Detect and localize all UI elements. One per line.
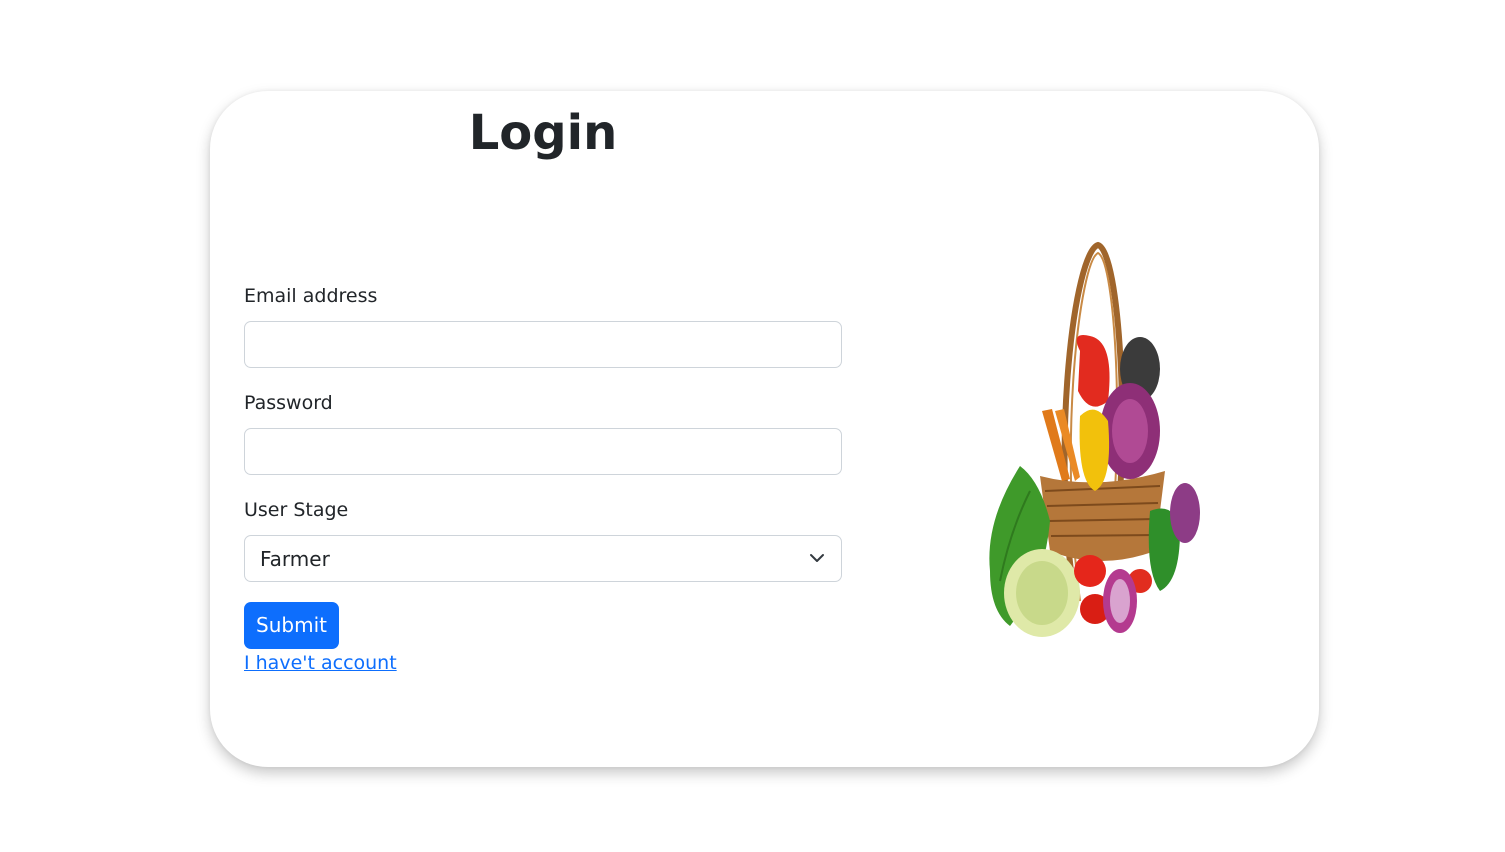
no-account-link[interactable]: I have't account (244, 652, 397, 674)
user-stage-value: Farmer (260, 547, 330, 571)
chevron-down-icon (810, 554, 824, 562)
vegetable-basket-image (989, 241, 1200, 637)
email-field[interactable] (244, 321, 842, 368)
password-label: Password (244, 392, 333, 414)
email-label: Email address (244, 285, 378, 307)
login-card: Login Email address Password User Stage … (210, 91, 1319, 767)
user-stage-select[interactable]: Farmer (244, 535, 842, 582)
page-title: Login (468, 105, 618, 161)
submit-button[interactable]: Submit (244, 602, 339, 649)
password-field[interactable] (244, 428, 842, 475)
user-stage-label: User Stage (244, 499, 349, 521)
